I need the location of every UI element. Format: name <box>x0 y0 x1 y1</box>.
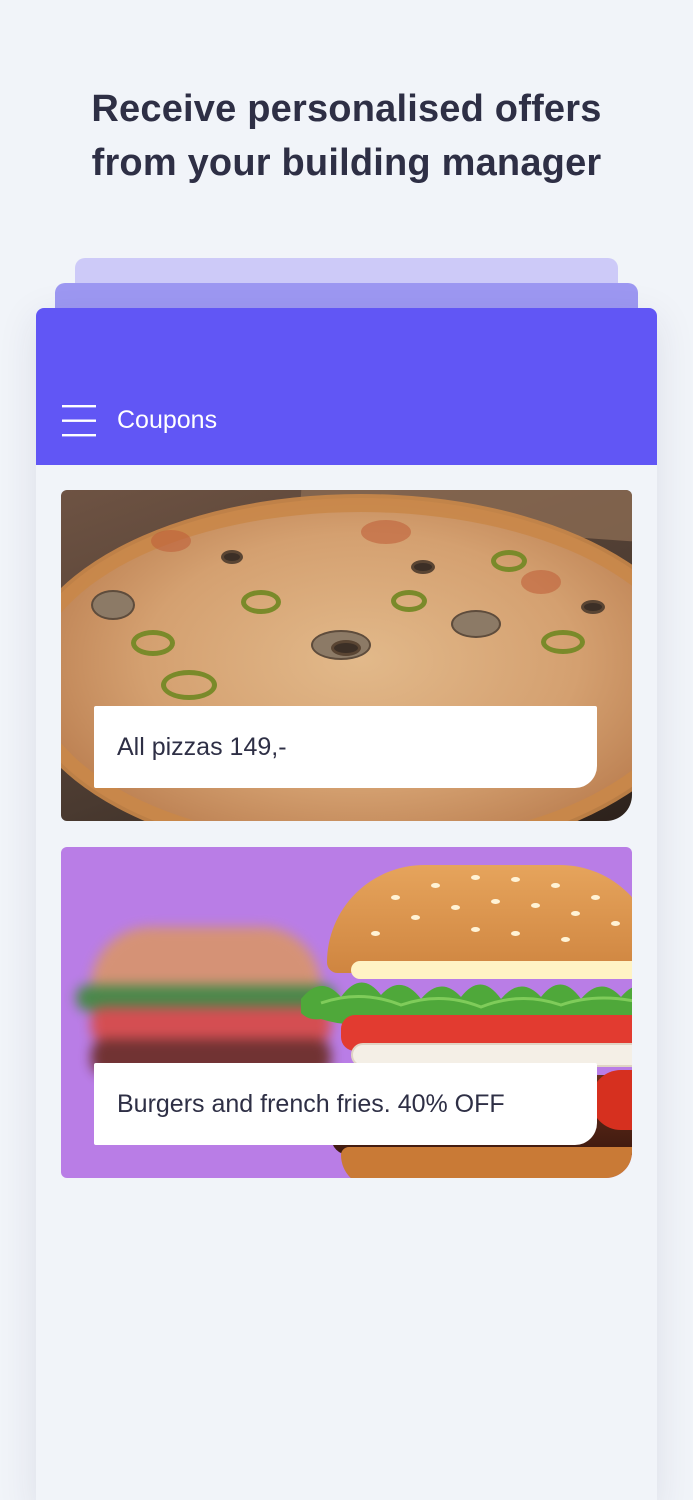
coupon-card-pizza[interactable]: All pizzas 149,- <box>61 490 632 821</box>
coupon-label-pizza: All pizzas 149,- <box>94 706 597 788</box>
promo-headline: Receive personalised offers from your bu… <box>40 82 653 190</box>
app-screen: Coupons All pizzas 149,- Burgers and fre… <box>36 308 657 1500</box>
coupon-label-burger: Burgers and french fries. 40% OFF <box>94 1063 597 1145</box>
coupon-card-burger[interactable]: Burgers and french fries. 40% OFF <box>61 847 632 1178</box>
screenshot-page: Receive personalised offers from your bu… <box>0 0 693 1500</box>
headline-line-2: from your building manager <box>91 142 602 184</box>
headline-line-1: Receive personalised offers <box>91 88 602 130</box>
app-bar-title: Coupons <box>117 406 218 434</box>
app-bar: Coupons <box>36 308 657 465</box>
hamburger-menu-icon[interactable] <box>62 405 96 437</box>
